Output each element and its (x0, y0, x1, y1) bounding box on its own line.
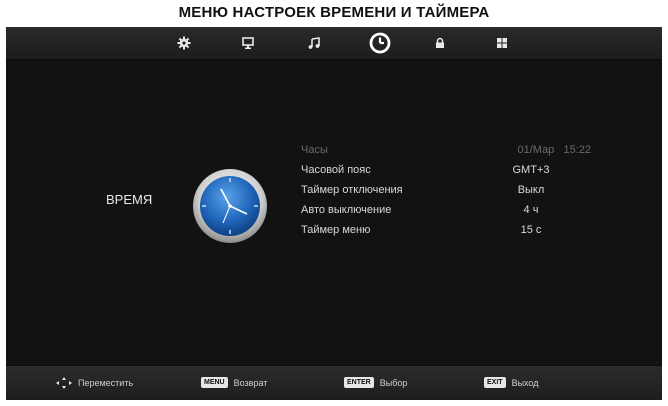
clock-face-icon (193, 169, 267, 243)
tab-sound[interactable] (302, 31, 326, 55)
hint-menu: MENU Возврат (201, 377, 267, 388)
menu-row-sleep-timer[interactable]: Таймер отключения Выкл (301, 180, 591, 200)
hint-text: Переместить (78, 378, 134, 388)
tv-screen: ВРЕМЯ Часы 01/Мар 15:22 Часовой пояс GMT… (6, 27, 662, 400)
grid-icon (497, 38, 507, 48)
tab-time[interactable] (368, 31, 392, 55)
hint-exit: EXIT Выход (484, 377, 539, 388)
hint-move: Переместить (56, 377, 133, 389)
menu-row-clock[interactable]: Часы 01/Мар 15:22 (301, 140, 591, 160)
gear-icon (177, 36, 191, 50)
hint-enter: ENTER Выбор (344, 377, 407, 388)
hint-text: Выбор (379, 377, 408, 388)
menu-label: Часовой пояс (301, 164, 371, 176)
hint-text: Выход (511, 377, 539, 388)
tab-picture[interactable] (236, 31, 260, 55)
tab-setup[interactable] (490, 31, 514, 55)
menu-tab-bar (6, 27, 662, 60)
menu-row-time-zone[interactable]: Часовой пояс GMT+3 (301, 160, 591, 180)
move-arrows-icon (56, 377, 72, 389)
section-title: ВРЕМЯ (106, 192, 153, 207)
menu-value: Выкл (517, 184, 545, 196)
monitor-icon (242, 37, 254, 49)
menu-value: 15 с (520, 224, 542, 236)
menu-key: MENU (201, 377, 228, 388)
menu-label: Таймер меню (301, 224, 371, 236)
clock-icon (369, 32, 391, 54)
menu-label: Таймер отключения (301, 184, 403, 196)
hint-text: Возврат (233, 377, 268, 388)
menu-value: 01/Мар 15:22 (517, 144, 591, 156)
tab-lock[interactable] (428, 31, 452, 55)
music-note-icon (308, 37, 320, 49)
menu-label: Авто выключение (301, 204, 392, 216)
lock-icon (436, 37, 444, 48)
settings-list: Часы 01/Мар 15:22 Часовой пояс GMT+3 Тай… (301, 140, 591, 240)
menu-value: GMT+3 (512, 164, 550, 176)
menu-value: 4 ч (523, 204, 539, 216)
menu-row-auto-off[interactable]: Авто выключение 4 ч (301, 200, 591, 220)
page-title: МЕНЮ НАСТРОЕК ВРЕМЕНИ И ТАЙМЕРА (178, 4, 490, 21)
key-hint-bar: Переместить MENU Возврат ENTER Выбор EXI… (6, 365, 662, 400)
tab-settings[interactable] (172, 31, 196, 55)
exit-key: EXIT (484, 377, 506, 388)
menu-row-menu-timer[interactable]: Таймер меню 15 с (301, 220, 591, 240)
menu-label: Часы (301, 144, 328, 156)
enter-key: ENTER (344, 377, 374, 388)
